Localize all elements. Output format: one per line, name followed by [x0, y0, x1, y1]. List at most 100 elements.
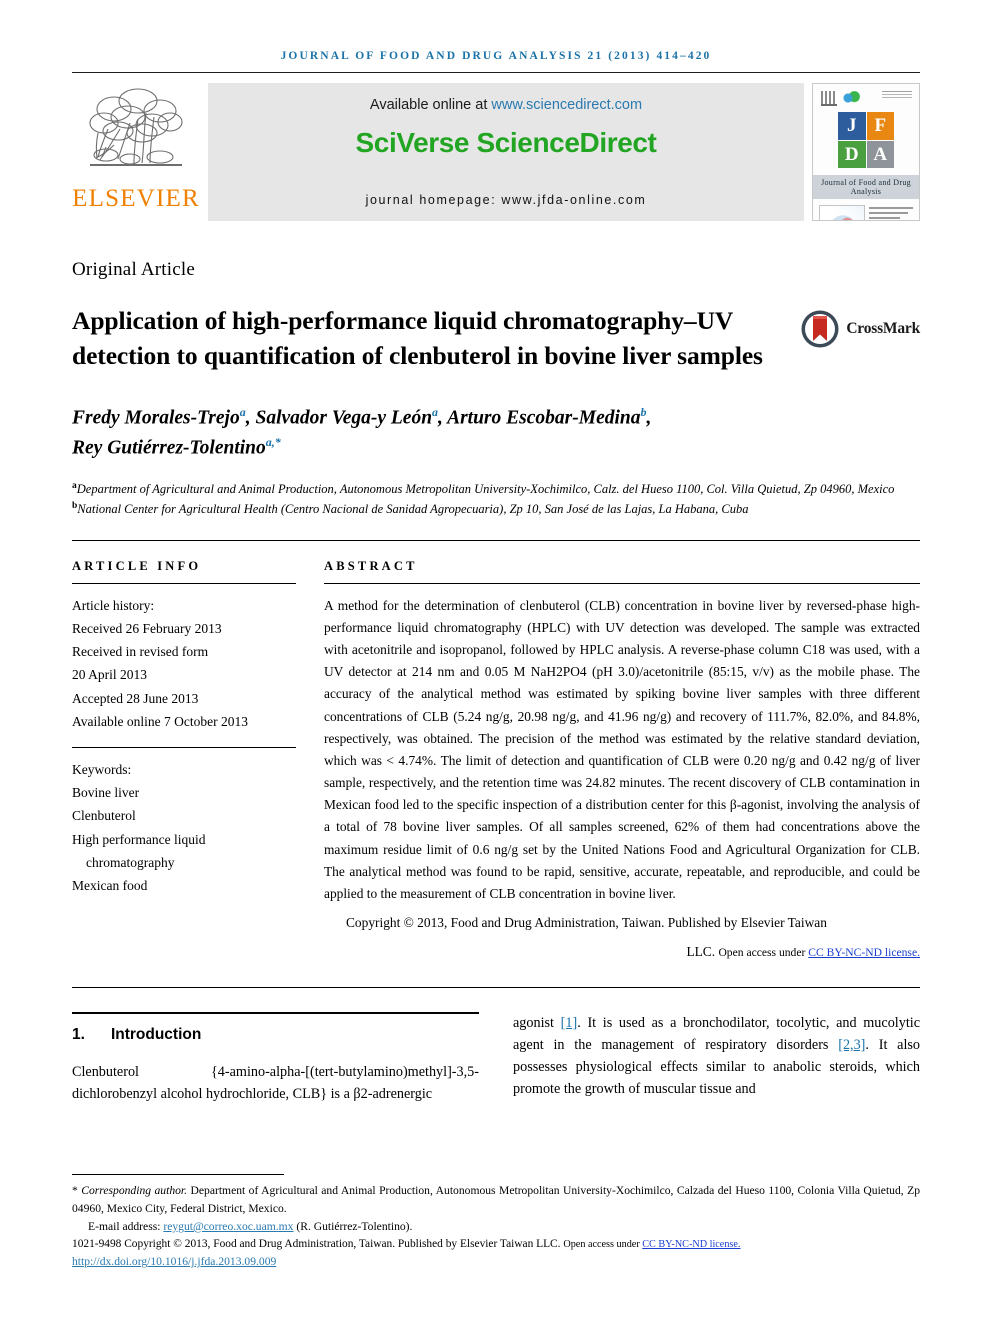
affiliation-item: bNational Center for Agricultural Health… — [72, 499, 920, 519]
abstract-heading: ABSTRACT — [324, 558, 418, 573]
crossmark-icon — [801, 310, 839, 348]
history-item: Received 26 February 2013 — [72, 620, 222, 636]
cc-license-link[interactable]: CC BY-NC-ND license. — [808, 946, 920, 959]
section-name: Introduction — [110, 1025, 202, 1043]
section-number: 1. — [72, 1025, 85, 1043]
author-sep: , — [245, 407, 256, 429]
article-info-column: ARTICLE INFO Article history: Received 2… — [72, 559, 324, 963]
cover-figure-thumb — [819, 205, 865, 220]
keywords-label: Keywords: — [72, 762, 132, 777]
abstract-text: A method for the determination of clenbu… — [324, 595, 920, 905]
keywords-list: Keywords: Bovine liver Clenbuterol High … — [72, 758, 296, 897]
open-access-text: Open access under — [718, 945, 809, 959]
affil-text: National Center for Agricultural Health … — [77, 502, 749, 517]
intro-text-p1: agonist — [513, 1014, 561, 1031]
available-prefix: Available online at — [369, 97, 492, 113]
abstract-column: ABSTRACT A method for the determination … — [324, 559, 920, 963]
email-label: E-mail address: — [88, 1219, 164, 1233]
history-item: Received in revised form — [72, 644, 209, 660]
issn-open-access: Open access under — [563, 1238, 643, 1250]
abstract-divider-rule — [72, 539, 920, 541]
paper-page: Journal of Food and Drug Analysis 21 (20… — [0, 0, 992, 1323]
author-name: Arturo Escobar-Medina — [447, 407, 641, 429]
reference-link-1[interactable]: [1] — [561, 1015, 578, 1031]
header-rule — [72, 72, 920, 73]
history-label: Article history: — [72, 597, 155, 613]
body-columns: 1. Introduction Clenbuterol {4-amino-alp… — [72, 1011, 920, 1105]
title-row: Application of high-performance liquid c… — [72, 303, 920, 373]
history-item: 20 April 2013 — [72, 667, 148, 683]
email-link[interactable]: reygut@correo.xoc.uam.mx — [163, 1220, 293, 1233]
cover-journal-title: Journal of Food and Drug Analysis — [813, 175, 919, 199]
elsevier-logo: ELSEVIER — [72, 83, 200, 221]
intro-top-rule — [72, 1011, 479, 1014]
fda-emblem-icon — [842, 91, 862, 105]
corresponding-marker: * — [72, 1184, 78, 1198]
sciencedirect-banner: Available online at www.sciencedirect.co… — [208, 83, 804, 221]
reference-link-2[interactable]: [2,3] — [838, 1037, 865, 1053]
elsevier-wordmark: ELSEVIER — [72, 185, 200, 212]
intro-paragraph-left: Clenbuterol {4-amino-alpha-[(tert-butyla… — [72, 1063, 479, 1102]
available-online-line: Available online at www.sciencedirect.co… — [370, 97, 642, 113]
email-note: E-mail address: reygut@correo.xoc.uam.mx… — [72, 1218, 920, 1236]
keywords-block: Keywords: Bovine liver Clenbuterol High … — [72, 747, 296, 897]
jfda-letter-j: J — [838, 112, 866, 140]
issn-copyright-note: 1021-9498 Copyright © 2013, Food and Dru… — [72, 1236, 920, 1254]
author-affil-marker: a,* — [265, 435, 281, 450]
intro-paragraph-right: agonist [1]. It is used as a bronchodila… — [513, 1012, 920, 1101]
sciencedirect-link[interactable]: www.sciencedirect.com — [491, 97, 642, 113]
journal-homepage: journal homepage: www.jfda-online.com — [365, 193, 647, 207]
cover-issue-lines — [882, 91, 912, 100]
body-column-right: agonist [1]. It is used as a bronchodila… — [513, 1012, 920, 1105]
section-divider-rule — [72, 986, 920, 988]
corresponding-address: Department of Agricultural and Animal Pr… — [72, 1184, 921, 1215]
abstract-copyright-line2: LLC. Open access under CC BY-NC-ND licen… — [324, 941, 920, 963]
crossmark-label: CrossMark — [846, 320, 920, 337]
jfda-letter-a: A — [866, 140, 894, 168]
cover-lower-content — [813, 199, 919, 220]
affiliation-item: aDepartment of Agricultural and Animal P… — [72, 479, 920, 499]
elsevier-tree-icon — [89, 88, 183, 166]
author-name: Rey Gutiérrez-Tolentino — [72, 437, 266, 459]
jfda-letter-f: F — [866, 112, 894, 140]
jfda-letter-d: D — [838, 140, 866, 168]
sciverse-sciencedirect-logo: SciVerse ScienceDirect — [355, 127, 657, 158]
author-sep: , — [646, 407, 652, 429]
issn-copyright-text: Copyright © 2013, Food and Drug Administ… — [121, 1237, 564, 1250]
abstract-body-span: A method for the determination of clenbu… — [324, 597, 920, 901]
keyword-item: Clenbuterol — [72, 808, 136, 824]
crossmark-badge[interactable]: CrossMark — [800, 309, 920, 349]
body-column-left: 1. Introduction Clenbuterol {4-amino-alp… — [72, 1011, 479, 1105]
copyright-llc: LLC. — [686, 943, 719, 959]
article-type: Original Article — [72, 259, 195, 280]
keyword-item: Bovine liver — [72, 785, 140, 801]
article-history: Article history: Received 26 February 20… — [72, 594, 296, 733]
cover-text-lines — [869, 205, 913, 220]
article-info-rule — [72, 582, 296, 584]
keyword-item: Mexican food — [72, 878, 148, 894]
author-sep: , — [438, 407, 448, 429]
affil-text: Department of Agricultural and Animal Pr… — [76, 482, 895, 497]
jfda-logo: J F D A — [838, 112, 894, 168]
footnote-rule — [72, 1174, 284, 1176]
issn-cc-link[interactable]: CC BY-NC-ND license. — [642, 1239, 740, 1250]
article-info-heading: ARTICLE INFO — [72, 558, 202, 573]
issn-number: 1021-9498 — [72, 1237, 122, 1250]
barcode-icon — [821, 91, 837, 106]
keyword-item: High performance liquid chromatography — [72, 831, 206, 870]
history-item: Accepted 28 June 2013 — [72, 690, 199, 706]
author-name: Salvador Vega-y León — [255, 407, 433, 429]
corresponding-label: Corresponding author. — [81, 1184, 188, 1198]
journal-cover-thumbnail: J F D A Journal of Food and Drug Analysi… — [812, 83, 920, 221]
corresponding-author-note: * Corresponding author. Department of Ag… — [72, 1182, 920, 1218]
abstract-copyright-line1: Copyright © 2013, Food and Drug Administ… — [346, 915, 827, 931]
doi-link[interactable]: http://dx.doi.org/10.1016/j.jfda.2013.09… — [72, 1255, 276, 1268]
page-title: Application of high-performance liquid c… — [72, 306, 763, 371]
info-abstract-section: ARTICLE INFO Article history: Received 2… — [72, 559, 920, 963]
doi-note: http://dx.doi.org/10.1016/j.jfda.2013.09… — [72, 1253, 920, 1271]
footnote-block: * Corresponding author. Department of Ag… — [72, 1174, 920, 1271]
author-name: Fredy Morales-Trejo — [72, 407, 240, 429]
email-owner: (R. Gutiérrez-Tolentino). — [293, 1219, 413, 1233]
affiliations: aDepartment of Agricultural and Animal P… — [72, 479, 920, 520]
abstract-rule — [324, 582, 920, 584]
